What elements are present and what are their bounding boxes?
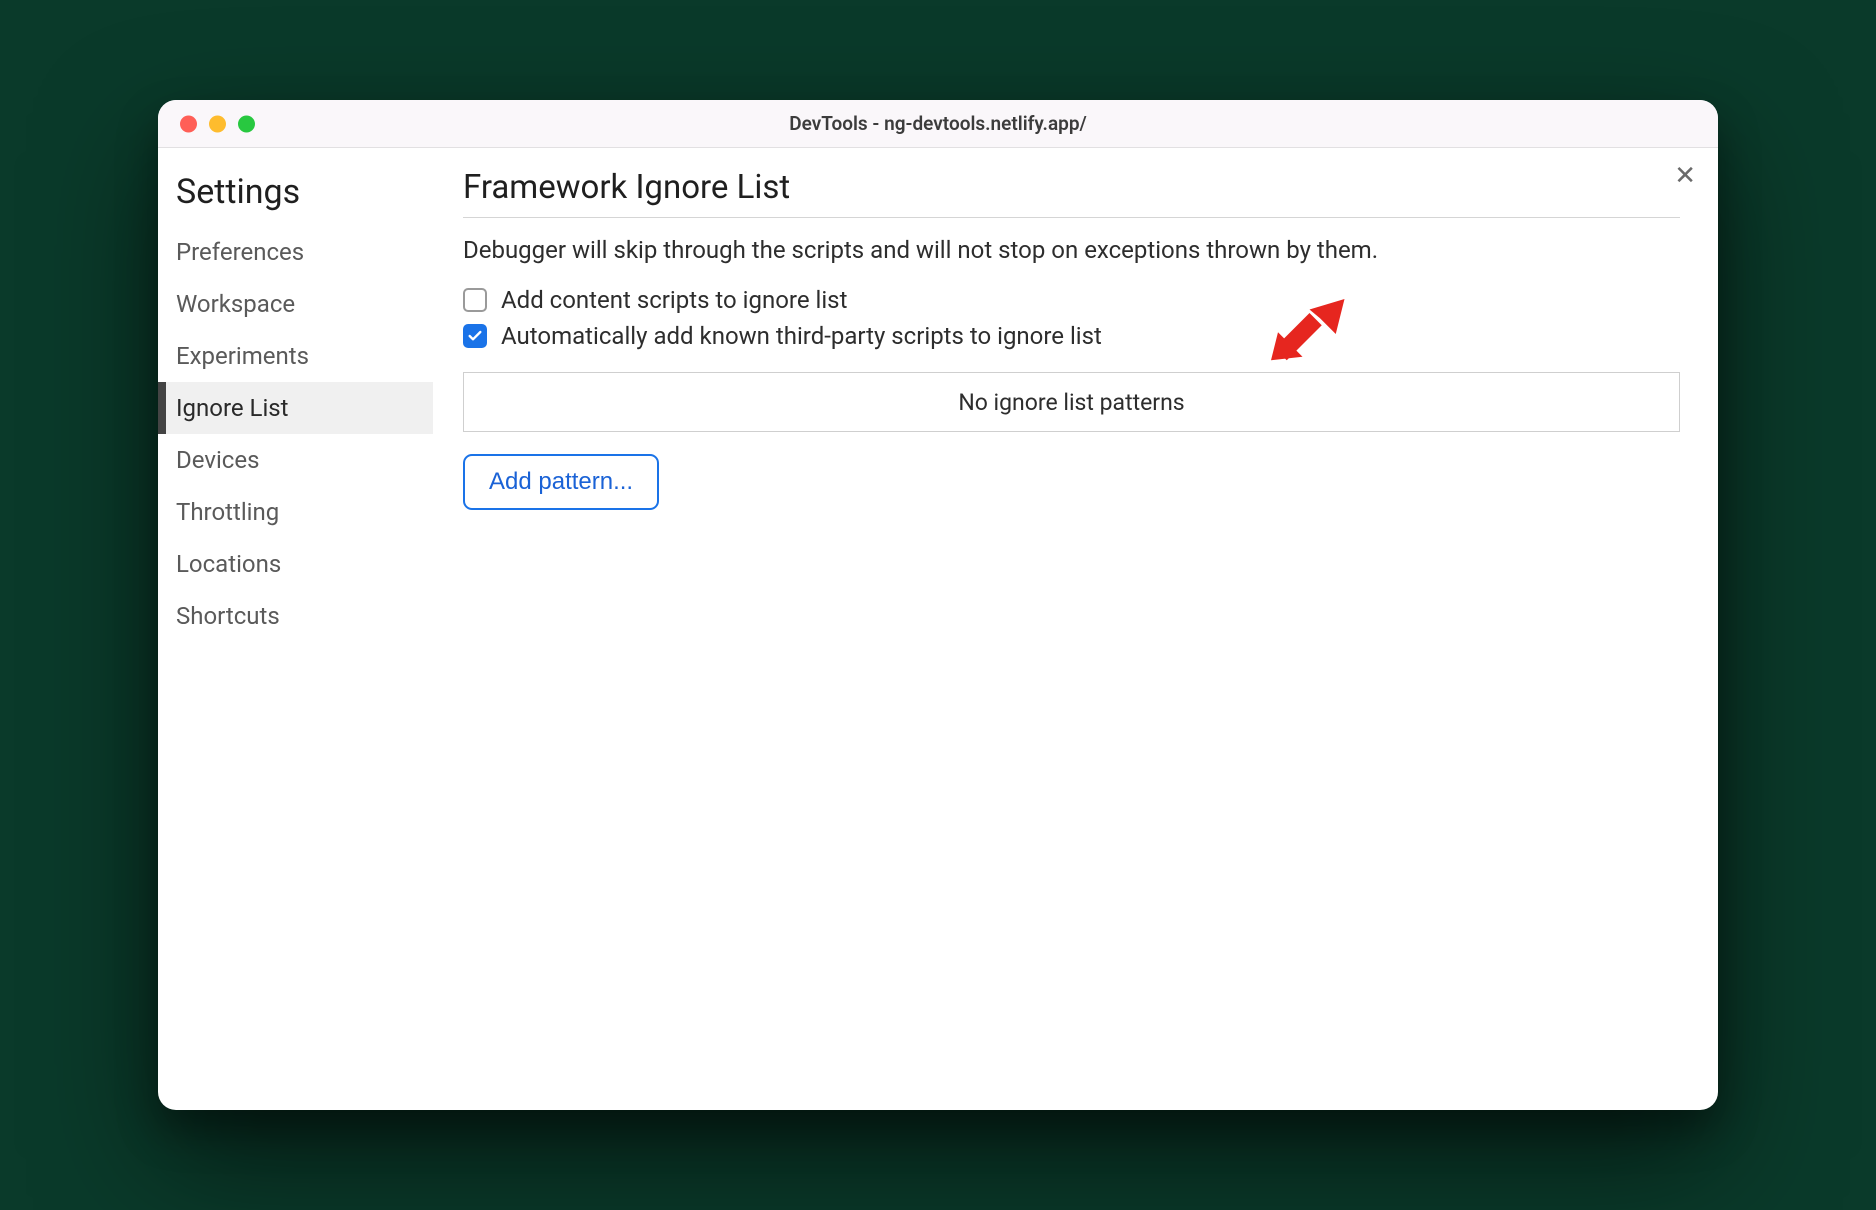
sidebar-item-throttling[interactable]: Throttling (158, 486, 433, 538)
settings-main: Framework Ignore List Debugger will skip… (433, 148, 1718, 1110)
sidebar-item-label: Devices (176, 446, 259, 474)
settings-sidebar: Settings Preferences Workspace Experimen… (158, 148, 433, 1110)
window-maximize-button[interactable] (238, 115, 255, 132)
sidebar-item-devices[interactable]: Devices (158, 434, 433, 486)
sidebar-item-preferences[interactable]: Preferences (158, 226, 433, 278)
sidebar-item-ignore-list[interactable]: Ignore List (158, 382, 433, 434)
sidebar-item-label: Experiments (176, 342, 309, 370)
traffic-lights (180, 115, 255, 132)
checkbox-label: Automatically add known third-party scri… (501, 322, 1102, 350)
checkbox-row-content-scripts[interactable]: Add content scripts to ignore list (463, 286, 1680, 314)
devtools-settings-window: DevTools - ng-devtools.netlify.app/ ✕ Se… (158, 100, 1718, 1110)
settings-body: ✕ Settings Preferences Workspace Experim… (158, 148, 1718, 1110)
ignore-patterns-list: No ignore list patterns (463, 372, 1680, 432)
sidebar-item-label: Preferences (176, 238, 304, 266)
sidebar-item-label: Shortcuts (176, 602, 280, 630)
close-icon[interactable]: ✕ (1674, 162, 1696, 188)
sidebar-items: Preferences Workspace Experiments Ignore… (158, 226, 433, 642)
settings-title: Settings (158, 166, 433, 226)
checkbox-icon[interactable] (463, 288, 487, 312)
window-minimize-button[interactable] (209, 115, 226, 132)
sidebar-item-label: Ignore List (176, 394, 289, 422)
sidebar-item-locations[interactable]: Locations (158, 538, 433, 590)
checkbox-icon[interactable] (463, 324, 487, 348)
window-close-button[interactable] (180, 115, 197, 132)
page-heading: Framework Ignore List (463, 168, 1680, 218)
empty-patterns-text: No ignore list patterns (958, 389, 1184, 416)
add-pattern-label: Add pattern... (489, 468, 633, 495)
sidebar-item-experiments[interactable]: Experiments (158, 330, 433, 382)
sidebar-item-label: Throttling (176, 498, 279, 526)
sidebar-item-shortcuts[interactable]: Shortcuts (158, 590, 433, 642)
sidebar-item-label: Locations (176, 550, 281, 578)
window-titlebar: DevTools - ng-devtools.netlify.app/ (158, 100, 1718, 148)
checkbox-label: Add content scripts to ignore list (501, 286, 847, 314)
window-title: DevTools - ng-devtools.netlify.app/ (158, 112, 1718, 135)
sidebar-item-workspace[interactable]: Workspace (158, 278, 433, 330)
sidebar-item-label: Workspace (176, 290, 295, 318)
checkbox-row-third-party[interactable]: Automatically add known third-party scri… (463, 322, 1680, 350)
add-pattern-button[interactable]: Add pattern... (463, 454, 659, 510)
page-description: Debugger will skip through the scripts a… (463, 236, 1680, 264)
